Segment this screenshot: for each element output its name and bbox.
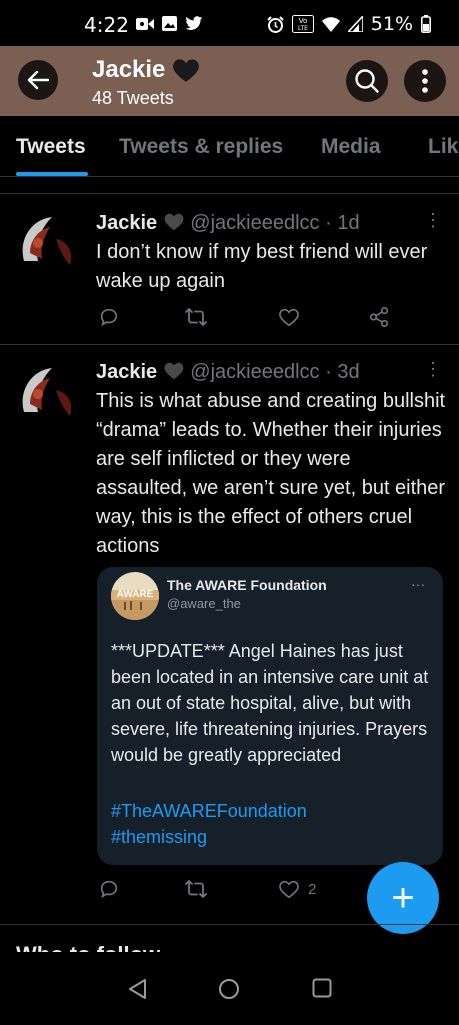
heart-emoji-icon: [164, 213, 184, 231]
image-icon: [162, 16, 177, 31]
tweet-time: · 3d: [325, 361, 360, 383]
author-name[interactable]: Jackie: [96, 212, 157, 234]
retweet-button[interactable]: [184, 878, 208, 900]
tweet-time: · 1d: [325, 212, 360, 234]
more-vertical-icon: [422, 69, 428, 93]
heart-icon: [279, 880, 299, 899]
plus-icon: +: [391, 876, 415, 920]
heart-icon: [279, 308, 299, 327]
author-handle[interactable]: @jackieeedlcc: [190, 212, 319, 234]
profile-header: Jackie 48 Tweets: [0, 46, 459, 116]
avatar[interactable]: [16, 209, 84, 277]
back-arrow-icon: [27, 70, 49, 90]
status-bar: 4:22 Vo LTE 51%: [0, 0, 459, 46]
reply-button[interactable]: [98, 878, 120, 900]
tweet-item[interactable]: Jackie @jackieeedlcc · 1d ⋮ I don’t know…: [0, 194, 459, 344]
wifi-icon: [321, 16, 340, 32]
battery-percent: 51%: [370, 13, 413, 35]
header-subtitle: 48 Tweets: [92, 88, 174, 108]
status-right: Vo LTE 51%: [267, 13, 431, 35]
quoted-more-button[interactable]: ···: [411, 576, 425, 592]
reply-button[interactable]: [98, 306, 120, 328]
quoted-avatar[interactable]: AWARE: [111, 572, 159, 620]
author-name[interactable]: Jackie: [96, 361, 157, 383]
header-title: Jackie: [92, 56, 166, 83]
quoted-author-name[interactable]: The AWARE Foundation: [167, 577, 327, 593]
quoted-author-handle[interactable]: @aware_the: [167, 596, 241, 611]
back-button[interactable]: [18, 60, 58, 100]
hashtag-link[interactable]: #themissing: [111, 827, 207, 848]
tweet-header: Jackie @jackieeedlcc · 1d: [96, 212, 360, 235]
volte-icon: VoLTE: [291, 15, 314, 33]
nav-back-icon[interactable]: [127, 978, 149, 1000]
video-icon: [136, 17, 154, 30]
tweet-more-button[interactable]: ⋮: [424, 210, 442, 231]
tab-likes[interactable]: Lik: [428, 135, 458, 159]
like-button[interactable]: [278, 306, 300, 328]
tab-tweets-replies[interactable]: Tweets & replies: [119, 135, 283, 159]
tab-tweets[interactable]: Tweets: [16, 135, 86, 159]
tab-media[interactable]: Media: [321, 135, 381, 159]
divider: [0, 924, 459, 925]
share-icon: [369, 307, 389, 327]
hashtag-link[interactable]: #TheAWAREFoundation: [111, 801, 307, 822]
like-button[interactable]: 2: [278, 878, 316, 900]
status-time: 4:22: [84, 13, 129, 37]
like-count: 2: [308, 880, 317, 898]
battery-icon: [421, 15, 431, 33]
svg-text:Vo: Vo: [299, 17, 308, 25]
more-options-button[interactable]: [404, 60, 446, 102]
svg-text:LTE: LTE: [298, 25, 308, 32]
search-button[interactable]: [346, 60, 388, 102]
tweet-text: This is what abuse and creating bullshit…: [96, 390, 446, 557]
active-tab-indicator: [16, 172, 88, 176]
tweet-text: I don’t know if my best friend will ever…: [96, 241, 428, 292]
header-title-wrap: Jackie: [92, 56, 201, 84]
retweet-icon: [185, 308, 207, 326]
heart-emoji-icon: [164, 362, 184, 380]
share-button[interactable]: [368, 306, 390, 328]
search-icon: [355, 69, 379, 93]
tweet-actions: [96, 306, 416, 334]
nav-recents-icon[interactable]: [312, 978, 332, 998]
signal-icon: [347, 16, 363, 32]
quoted-text: ***UPDATE*** Angel Haines has just been …: [111, 641, 429, 765]
avatar[interactable]: [16, 360, 84, 428]
retweet-button[interactable]: [184, 306, 208, 328]
retweet-icon: [185, 880, 207, 898]
quoted-tweet[interactable]: AWARE The AWARE Foundation @aware_the ··…: [97, 567, 443, 865]
quoted-avatar-text: AWARE: [117, 589, 154, 600]
system-nav-bar: [0, 952, 459, 1025]
tweet-header: Jackie @jackieeedlcc · 3d: [96, 361, 360, 384]
reply-icon: [100, 880, 118, 899]
author-handle[interactable]: @jackieeedlcc: [190, 361, 319, 383]
twitter-icon: [185, 16, 203, 30]
reply-icon: [100, 308, 118, 327]
heart-emoji-icon: [173, 59, 200, 82]
profile-tabs: Tweets Tweets & replies Media Lik: [0, 116, 459, 177]
nav-home-icon[interactable]: [218, 978, 240, 1000]
tweet-more-button[interactable]: ⋮: [424, 359, 442, 380]
status-left-icons: [136, 16, 203, 31]
alarm-icon: [267, 15, 284, 33]
who-to-follow-heading: Who to follow: [16, 940, 160, 952]
